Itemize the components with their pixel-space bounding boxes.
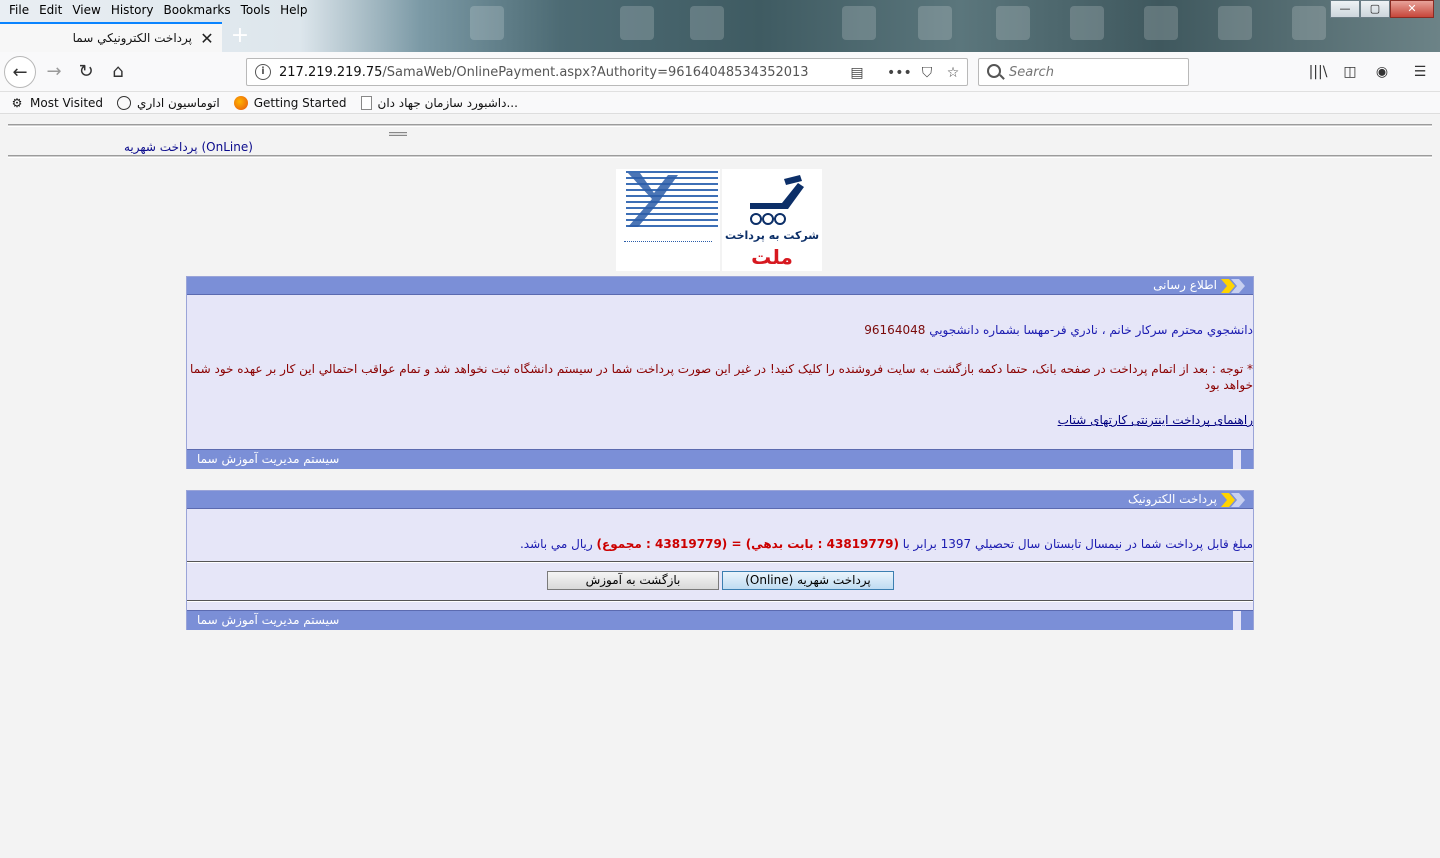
search-input[interactable]: [1009, 65, 1179, 80]
shetab-help-link[interactable]: راهنماى پرداخت اينترنتى کارتهاى شتاب: [1058, 413, 1253, 427]
back-button[interactable]: ←: [4, 56, 36, 88]
menu-bar: File Edit View History Bookmarks Tools H…: [0, 0, 313, 20]
url-host: 217.219.219.75: [279, 65, 383, 80]
minimize-button[interactable]: —: [1330, 0, 1360, 18]
gear-icon: ⚙: [11, 95, 23, 110]
footer-bar: سيستم مديريت آموزش سما: [187, 611, 1233, 630]
bookmark-label: اتوماسيون اداري: [137, 95, 220, 110]
menu-history[interactable]: History: [106, 0, 159, 20]
page-icon: [360, 95, 372, 110]
chevron-icon: [1221, 493, 1245, 507]
bookmark-office-automation[interactable]: اتوماسيون اداري: [117, 95, 220, 110]
payment-panel-footer-title: سيستم مديريت آموزش سما: [197, 613, 340, 627]
hamburger-menu-icon[interactable]: ☰: [1410, 62, 1430, 82]
tab-title: پرداخت الکترونيکي سما: [72, 31, 192, 45]
mellat-name: شرکت به پرداخت: [724, 229, 820, 242]
tab-strip: پرداخت الکترونيکي سما ✕ +: [0, 20, 1440, 52]
bank-logos: شرکت به پرداخت ملت: [616, 169, 824, 273]
payment-notice: * توجه : بعد از اتمام پرداخت در صفحه بان…: [190, 362, 1253, 392]
new-tab-button[interactable]: +: [228, 24, 252, 48]
tab-active[interactable]: پرداخت الکترونيکي سما ✕: [0, 22, 222, 52]
bookmark-label: Most Visited: [30, 95, 104, 110]
forward-button[interactable]: →: [38, 56, 70, 88]
menu-tools[interactable]: Tools: [236, 0, 276, 20]
menu-file[interactable]: File: [4, 0, 34, 20]
bookmark-label: داشبورد سازمان جهاد دان...: [377, 95, 518, 110]
bookmarks-toolbar: ⚙ Most Visited اتوماسيون اداري Getting S…: [0, 92, 1440, 114]
url-bar[interactable]: i 217.219.219.75/SamaWeb/OnlinePayment.a…: [246, 58, 968, 86]
maximize-button[interactable]: ▢: [1360, 0, 1390, 18]
menu-view[interactable]: View: [67, 0, 105, 20]
firefox-icon: [233, 95, 248, 110]
search-bar[interactable]: [978, 58, 1189, 86]
web-page: پرداخت شهريه (OnLine) شرکت به پرداخت ملت…: [0, 115, 1440, 858]
payment-panel-title: پرداخت الكترونيک: [1127, 492, 1217, 506]
account-icon[interactable]: ◉: [1372, 62, 1392, 82]
student-prefix: دانشجوي محترم سرکار خانم ، نادري فر-مهسا…: [929, 323, 1253, 337]
library-icon[interactable]: |||\: [1308, 62, 1328, 82]
pay-tuition-button[interactable]: پرداخت شهريه (Online): [722, 571, 894, 590]
pocket-icon[interactable]: ⛉: [917, 63, 937, 83]
info-panel-footer: سيستم مديريت آموزش سما: [187, 449, 1253, 469]
globe-icon: [117, 95, 132, 110]
page-actions-icon[interactable]: •••: [887, 63, 912, 83]
buttons-separator: [187, 600, 1253, 602]
menu-edit[interactable]: Edit: [34, 0, 67, 20]
payment-separator: [187, 561, 1253, 563]
close-window-button[interactable]: ✕: [1390, 0, 1434, 18]
page-title: پرداخت شهريه (OnLine): [124, 140, 253, 154]
footer-tab: [1241, 611, 1253, 630]
footer-tab: [1241, 450, 1253, 469]
navigation-bar: ← → ↻ ⌂ i 217.219.219.75/SamaWeb/OnlineP…: [0, 52, 1440, 92]
bookmark-star-icon[interactable]: ☆: [943, 63, 963, 83]
bookmark-label: Getting Started: [253, 95, 347, 110]
home-button[interactable]: ⌂: [102, 56, 134, 88]
payment-panel: پرداخت الكترونيک مبلغ قابل پرداخت شما در…: [186, 490, 1254, 630]
chevron-icon: [1221, 279, 1245, 293]
tab-close-icon[interactable]: ✕: [200, 29, 214, 48]
info-icon[interactable]: i: [255, 64, 271, 80]
title-divider: [8, 155, 1432, 158]
bookmark-most-visited[interactable]: ⚙ Most Visited: [10, 96, 103, 110]
sadad-logo: [616, 169, 720, 271]
url-path: /SamaWeb/OnlinePayment.aspx?Authority=96…: [382, 65, 809, 80]
amount-expression: (43819779 : بابت بدهي) = (43819779 : مجم…: [596, 537, 899, 551]
back-to-education-button[interactable]: بازگشت به آموزش: [547, 571, 719, 590]
payment-panel-footer: سيستم مديريت آموزش سما: [187, 610, 1253, 630]
bookmark-getting-started[interactable]: Getting Started: [233, 95, 347, 110]
payment-panel-header: پرداخت الكترونيک: [187, 491, 1253, 509]
info-panel-title: اطلاع رسانى: [1153, 278, 1217, 292]
student-line: دانشجوي محترم سرکار خانم ، نادري فر-مهسا…: [864, 323, 1253, 337]
reload-button[interactable]: ↻: [70, 56, 102, 88]
help-line: راهنماى پرداخت اينترنتى کارتهاى شتاب: [1058, 413, 1253, 427]
footer-bar: سيستم مديريت آموزش سما: [187, 450, 1233, 469]
info-panel-footer-title: سيستم مديريت آموزش سما: [197, 452, 340, 466]
window-titlebar: File Edit View History Bookmarks Tools H…: [0, 0, 1440, 52]
reader-view-icon[interactable]: ▤: [847, 63, 867, 83]
window-controls: — ▢ ✕: [1330, 0, 1434, 18]
url-text[interactable]: 217.219.219.75/SamaWeb/OnlinePayment.asp…: [279, 65, 809, 80]
amount-prefix: مبلغ قابل پرداخت شما در نيمسال تابستان س…: [902, 537, 1253, 551]
student-number: 96164048: [864, 323, 926, 337]
menu-help[interactable]: Help: [275, 0, 312, 20]
sidebar-icon[interactable]: ◫: [1340, 62, 1360, 82]
amount-line: مبلغ قابل پرداخت شما در نيمسال تابستان س…: [520, 537, 1253, 551]
info-panel: اطلاع رسانى دانشجوي محترم سرکار خانم ، ن…: [186, 276, 1254, 469]
collapse-handle[interactable]: [389, 132, 407, 136]
info-panel-header: اطلاع رسانى: [187, 277, 1253, 295]
top-divider: [8, 124, 1432, 127]
menu-bookmarks[interactable]: Bookmarks: [159, 0, 236, 20]
search-icon: [987, 64, 1001, 78]
mellat-word: ملت: [751, 245, 793, 269]
amount-suffix: ريال مي باشد.: [519, 537, 593, 551]
mellat-logo: شرکت به پرداخت ملت: [722, 169, 822, 271]
bookmark-dashboard[interactable]: داشبورد سازمان جهاد دان...: [360, 95, 518, 110]
